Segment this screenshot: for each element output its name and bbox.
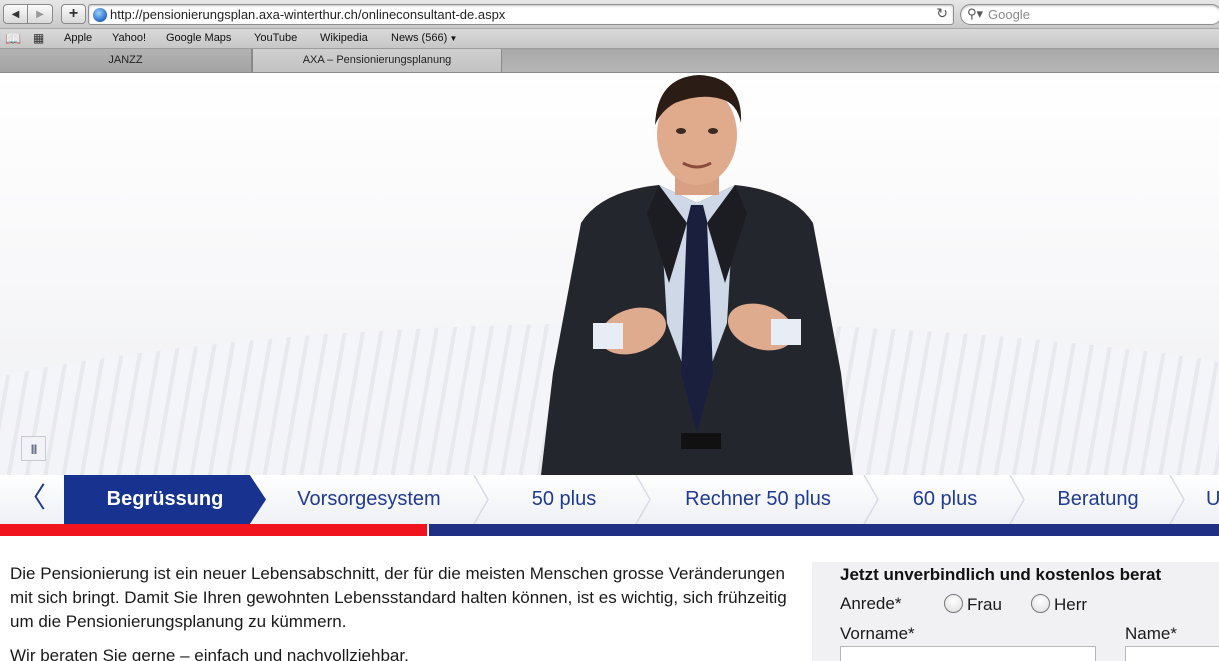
url-text[interactable]: http://pensionierungsplan.axa-winterthur…: [110, 7, 505, 22]
forward-arrow-icon: ▶: [36, 8, 44, 20]
tab-axa[interactable]: AXA – Pensionierungsplanung: [252, 49, 502, 72]
reload-icon[interactable]: ↻: [936, 5, 948, 22]
pause-icon: II: [30, 440, 38, 457]
progress-remaining: [429, 524, 1219, 536]
bookmark-yahoo[interactable]: Yahoo!: [112, 32, 146, 44]
step-50-plus[interactable]: 50 plus: [492, 475, 636, 524]
name-field[interactable]: [1125, 646, 1219, 661]
radio-frau[interactable]: [944, 594, 963, 613]
back-button[interactable]: ◀: [3, 4, 28, 24]
step-separator: [473, 475, 489, 524]
search-input[interactable]: ⚲▾ Google: [960, 4, 1219, 25]
nav-buttons: ◀ ▶: [3, 4, 53, 24]
bookmark-wikipedia[interactable]: Wikipedia: [320, 32, 368, 44]
chevron-left-icon[interactable]: 〈: [18, 484, 46, 512]
forward-button[interactable]: ▶: [28, 4, 53, 24]
book-icon[interactable]: 📖: [5, 31, 21, 47]
step-separator: [1009, 475, 1025, 524]
frau-label[interactable]: Frau: [967, 595, 1002, 615]
presenter-video: [541, 75, 853, 475]
intro-paragraph: Die Pensionierung ist ein neuer Lebensab…: [10, 564, 787, 631]
globe-icon: [93, 8, 107, 22]
vorname-field[interactable]: [840, 646, 1096, 661]
search-placeholder: Google: [988, 7, 1030, 22]
form-title: Jetzt unverbindlich und kostenlos berat: [840, 565, 1162, 584]
plus-icon: +: [68, 5, 79, 22]
anrede-label: Anrede*: [840, 594, 902, 613]
name-label: Name*: [1125, 624, 1177, 643]
bookmarks-bar: 📖 ▦ Apple Yahoo! Google Maps YouTube Wik…: [0, 29, 1219, 49]
search-icon: ⚲▾: [967, 6, 984, 21]
address-bar[interactable]: http://pensionierungsplan.axa-winterthur…: [88, 4, 954, 25]
step-separator: [863, 475, 879, 524]
step-next-partial[interactable]: U: [1206, 475, 1219, 524]
herr-label[interactable]: Herr: [1054, 595, 1087, 615]
step-progress-bar: [0, 524, 1219, 536]
bookmark-google-maps[interactable]: Google Maps: [166, 32, 231, 44]
vorname-label: Vorname*: [840, 624, 915, 643]
step-navigation: 〈 Begrüssung Vorsorgesystem 50 plus Rech…: [0, 475, 1219, 524]
step-beratung[interactable]: Beratung: [1028, 475, 1168, 524]
intro-paragraph: Wir beraten Sie gerne – einfach und nach…: [10, 646, 409, 661]
step-vorsorgesystem[interactable]: Vorsorgesystem: [266, 475, 472, 524]
tab-bar: JANZZ AXA – Pensionierungsplanung: [0, 49, 1219, 73]
bookmark-news[interactable]: News (566) ▼: [391, 32, 457, 44]
step-separator: [1169, 475, 1185, 524]
add-bookmark-button[interactable]: +: [61, 4, 86, 24]
browser-toolbar: ◀ ▶ + http://pensionierungsplan.axa-wint…: [0, 0, 1219, 29]
radio-herr[interactable]: [1031, 594, 1050, 613]
chevron-down-icon: ▼: [447, 34, 458, 43]
step-60-plus[interactable]: 60 plus: [882, 475, 1008, 524]
bookmark-apple[interactable]: Apple: [64, 32, 92, 44]
pause-button[interactable]: II: [21, 436, 46, 461]
step-rechner-50-plus[interactable]: Rechner 50 plus: [654, 475, 862, 524]
step-begruessung[interactable]: Begrüssung: [64, 475, 266, 524]
back-arrow-icon: ◀: [11, 8, 20, 20]
video-player[interactable]: II: [0, 73, 1219, 475]
intro-text: Die Pensionierung ist ein neuer Lebensab…: [10, 562, 790, 661]
grid-icon[interactable]: ▦: [33, 31, 44, 45]
step-separator: [635, 475, 651, 524]
bookmark-youtube[interactable]: YouTube: [254, 32, 297, 44]
contact-form: Jetzt unverbindlich und kostenlos berat …: [812, 562, 1219, 661]
tab-janzz[interactable]: JANZZ: [0, 49, 252, 72]
progress-fill: [0, 524, 427, 536]
